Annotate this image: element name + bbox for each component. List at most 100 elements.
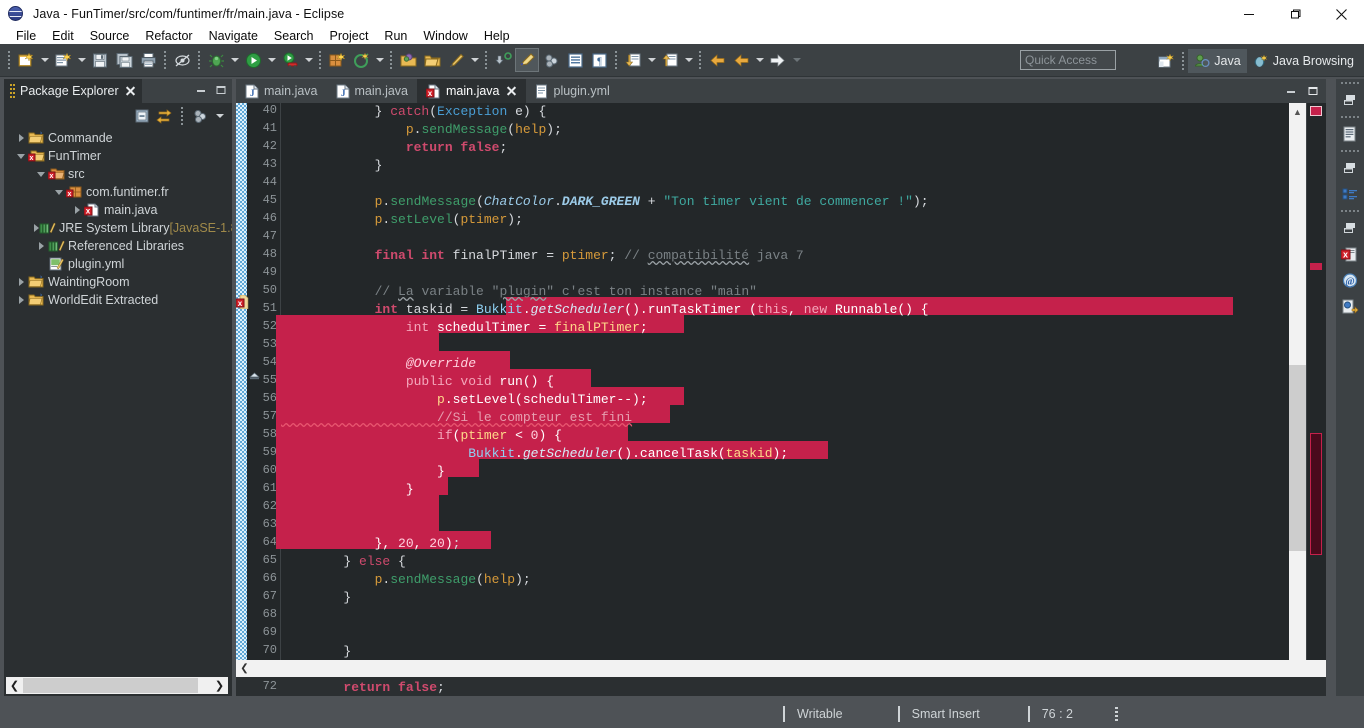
editor-vscrollbar[interactable]: ▲ ▼ [1289, 103, 1306, 677]
previous-annotation-dropdown-icon[interactable] [682, 48, 695, 72]
run-external-tools-icon[interactable] [278, 48, 302, 72]
maximize-icon[interactable] [212, 81, 230, 99]
declaration-view-icon[interactable] [1336, 293, 1364, 319]
editor-tab-2[interactable]: J main.java [327, 79, 418, 103]
external-tools-dropdown-icon[interactable] [302, 48, 315, 72]
show-source-icon[interactable] [563, 48, 587, 72]
tree-item-funtimer[interactable]: x FunTimer [4, 147, 232, 165]
editor-tab-4[interactable]: plugin.yml [526, 79, 619, 103]
menu-file[interactable]: File [8, 28, 44, 44]
menu-source[interactable]: Source [82, 28, 138, 44]
new-project-dropdown-icon[interactable] [38, 48, 51, 72]
save-all-icon[interactable] [112, 48, 136, 72]
vscroll-thumb[interactable] [1289, 365, 1306, 551]
minimize-icon[interactable] [1282, 82, 1300, 100]
quick-access-input[interactable]: Quick Access [1020, 50, 1116, 70]
new-wizard-icon[interactable] [51, 48, 75, 72]
previous-annotation-icon[interactable] [658, 48, 682, 72]
toggle-whitespace-icon[interactable]: ¶ [587, 48, 611, 72]
search-icon[interactable] [444, 48, 468, 72]
editor-hscrollbar[interactable]: ❮ [236, 660, 1326, 677]
tree-item-referenced-libraries[interactable]: Referenced Libraries [4, 237, 232, 255]
run-icon[interactable] [241, 48, 265, 72]
minimize-button[interactable] [1226, 0, 1272, 28]
new-java-class-icon[interactable] [325, 48, 349, 72]
last-edit-location-icon[interactable] [491, 48, 515, 72]
chevron-right-icon[interactable] [70, 201, 84, 219]
task-list-view-icon[interactable] [1336, 181, 1364, 207]
perspective-java[interactable]: Java [1188, 49, 1247, 73]
override-indicator-icon[interactable] [248, 369, 261, 381]
open-task-icon[interactable] [420, 48, 444, 72]
tree-item-worldedit-extracted[interactable]: WorldEdit Extracted [4, 291, 232, 309]
chevron-right-icon[interactable] [14, 129, 28, 147]
menu-help[interactable]: Help [476, 28, 518, 44]
chevron-right-icon[interactable] [14, 273, 28, 291]
maximize-icon[interactable] [1304, 82, 1322, 100]
next-annotation-icon[interactable] [621, 48, 645, 72]
restore-icon[interactable] [1336, 87, 1364, 113]
close-icon[interactable] [505, 85, 517, 97]
status-resize-handle[interactable] [1114, 707, 1118, 721]
search-dropdown-icon[interactable] [468, 48, 481, 72]
tree-item-src[interactable]: x src [4, 165, 232, 183]
scroll-right-icon[interactable]: ❯ [211, 677, 228, 694]
editor-text-area[interactable]: 40 41 42 43 44 45 46 47 48 49 50 51 52 5… [235, 103, 1326, 695]
overview-error-mark[interactable] [1310, 106, 1322, 116]
new-wizard-dropdown-icon[interactable] [75, 48, 88, 72]
debug-icon[interactable] [204, 48, 228, 72]
new-java-project-icon[interactable] [14, 48, 38, 72]
menu-navigate[interactable]: Navigate [201, 28, 266, 44]
restore-icon[interactable] [1336, 155, 1364, 181]
error-marker-icon[interactable]: x [235, 294, 249, 310]
overview-selection-mark[interactable] [1310, 433, 1322, 555]
toggle-breadcrumb-icon[interactable] [515, 48, 539, 72]
back-dropdown-icon[interactable] [753, 48, 766, 72]
outline-view-icon[interactable] [1336, 121, 1364, 147]
back-history-icon[interactable] [729, 48, 753, 72]
open-perspective-icon[interactable] [1154, 49, 1178, 73]
chevron-right-icon[interactable] [34, 237, 48, 255]
tree-item-waintingroom[interactable]: WaintingRoom [4, 273, 232, 291]
chevron-down-icon[interactable] [34, 165, 48, 183]
chevron-down-icon[interactable] [52, 183, 66, 201]
open-type-icon[interactable] [396, 48, 420, 72]
run-dropdown-icon[interactable] [265, 48, 278, 72]
menu-project[interactable]: Project [322, 28, 377, 44]
menu-window[interactable]: Window [415, 28, 475, 44]
tree-item-main-java[interactable]: x main.java [4, 201, 232, 219]
tree-item-jre-library[interactable]: JRE System Library [JavaSE-1.8 [4, 219, 232, 237]
next-annotation-dropdown-icon[interactable] [645, 48, 658, 72]
perspective-java-browsing[interactable]: Java Browsing [1247, 49, 1360, 73]
package-explorer-hscrollbar[interactable]: ❮ ❯ [6, 677, 228, 694]
new-annotation-icon[interactable] [349, 48, 373, 72]
chevron-right-icon[interactable] [14, 291, 28, 309]
tree-item-commande[interactable]: Commande [4, 129, 232, 147]
chevron-down-icon[interactable] [14, 147, 28, 165]
package-explorer-tab[interactable]: Package Explorer [4, 79, 142, 103]
restore-icon[interactable] [1336, 215, 1364, 241]
collapse-all-icon[interactable] [133, 107, 151, 125]
view-dropdown-icon[interactable] [213, 104, 226, 128]
debug-dropdown-icon[interactable] [228, 48, 241, 72]
view-menu-icon[interactable] [191, 107, 209, 125]
scroll-up-icon[interactable]: ▲ [1289, 103, 1306, 120]
menu-edit[interactable]: Edit [44, 28, 82, 44]
close-icon[interactable] [124, 85, 136, 97]
scroll-left-icon[interactable]: ❮ [6, 677, 23, 694]
scroll-left-icon[interactable]: ❮ [236, 660, 253, 677]
menu-run[interactable]: Run [376, 28, 415, 44]
overview-ruler[interactable] [1306, 103, 1323, 677]
new-element-dropdown-icon[interactable] [373, 48, 386, 72]
minimize-icon[interactable] [192, 81, 210, 99]
link-with-editor-icon[interactable] [155, 107, 173, 125]
drag-grip-icon[interactable] [10, 84, 15, 98]
toggle-mark-occurrences-icon[interactable] [170, 48, 194, 72]
print-icon[interactable] [136, 48, 160, 72]
save-icon[interactable] [88, 48, 112, 72]
problems-view-icon[interactable]: x [1336, 241, 1364, 267]
menu-refactor[interactable]: Refactor [137, 28, 200, 44]
close-button[interactable] [1318, 0, 1364, 28]
tree-item-plugin-yml[interactable]: plugin.yml [4, 255, 232, 273]
maximize-button[interactable] [1272, 0, 1318, 28]
